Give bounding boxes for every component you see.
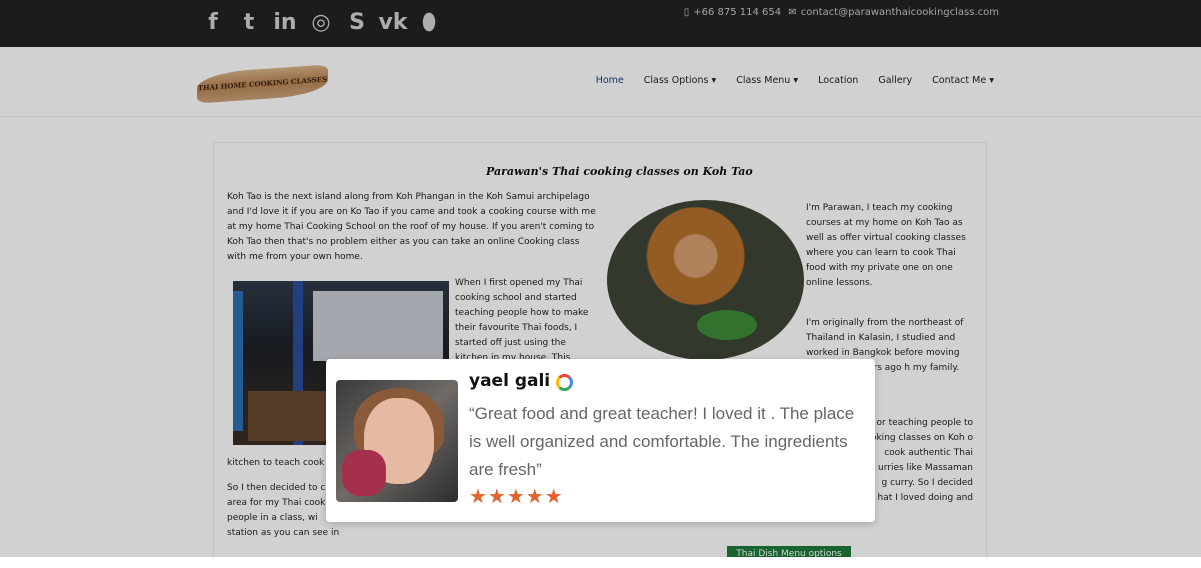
reviewer-name: yael gali: [469, 371, 551, 391]
reviewer-avatar: [336, 380, 458, 502]
google-icon: [556, 374, 573, 391]
page-bottom: [0, 557, 1201, 568]
review-popup[interactable]: yael gali “Great food and great teacher!…: [326, 359, 875, 522]
rating-stars: ★★★★★: [469, 484, 564, 508]
review-text: “Great food and great teacher! I loved i…: [469, 404, 855, 479]
